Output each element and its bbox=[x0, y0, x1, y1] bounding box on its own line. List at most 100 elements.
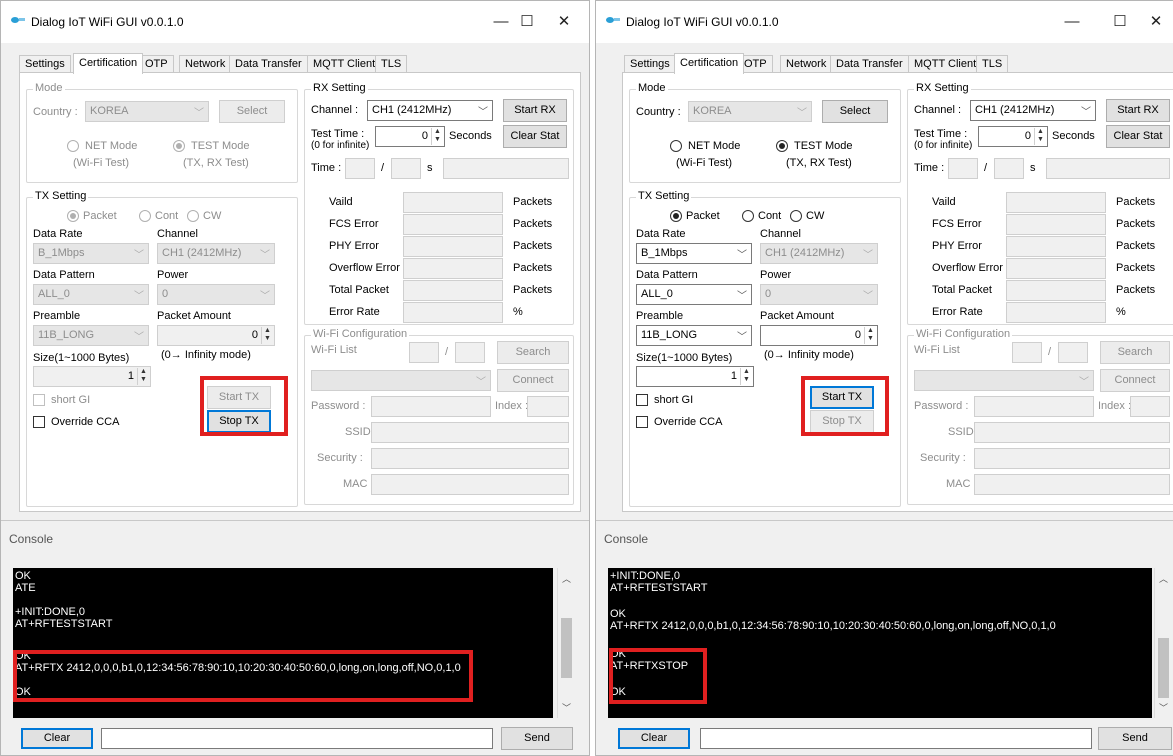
index-field[interactable] bbox=[527, 396, 569, 417]
start-rx-button[interactable]: Start RX bbox=[503, 99, 567, 122]
send-button[interactable]: Send bbox=[1098, 727, 1172, 750]
clear-stat-button[interactable]: Clear Stat bbox=[1106, 125, 1170, 148]
index-field[interactable] bbox=[1130, 396, 1170, 417]
tab-certification[interactable]: Certification bbox=[73, 53, 144, 74]
data-rate-select[interactable]: B_1Mbps ﹀ bbox=[33, 243, 149, 264]
tab-network[interactable]: Network bbox=[780, 55, 833, 73]
override-cca-checkbox[interactable] bbox=[33, 416, 45, 428]
ssid-field[interactable] bbox=[974, 422, 1170, 443]
scroll-thumb[interactable] bbox=[1158, 638, 1169, 698]
spinner-arrows-icon[interactable]: ▲ ▼ bbox=[261, 327, 273, 344]
search-button[interactable]: Search bbox=[497, 341, 569, 364]
select-button[interactable]: Select bbox=[822, 100, 888, 123]
tab-data-transfer[interactable]: Data Transfer bbox=[830, 55, 909, 73]
size-spinner[interactable]: 1 ▲ ▼ bbox=[636, 366, 754, 387]
scroll-down-icon[interactable]: ﹀ bbox=[558, 701, 575, 714]
preamble-select[interactable]: 11B_LONG ﹀ bbox=[636, 325, 752, 346]
tab-settings[interactable]: Settings bbox=[19, 55, 71, 73]
search-button[interactable]: Search bbox=[1100, 341, 1170, 364]
cont-radio[interactable] bbox=[742, 210, 754, 222]
mac-field[interactable] bbox=[371, 474, 569, 495]
maximize-button[interactable]: ☐ bbox=[507, 9, 547, 35]
test-mode-radio[interactable] bbox=[173, 140, 185, 152]
connect-button[interactable]: Connect bbox=[497, 369, 569, 392]
close-button[interactable]: ✕ bbox=[1136, 9, 1173, 35]
console-scrollbar[interactable]: ︿ ﹀ bbox=[557, 568, 574, 718]
data-pattern-select[interactable]: ALL_0 ﹀ bbox=[33, 284, 149, 305]
net-mode-radio[interactable] bbox=[670, 140, 682, 152]
ssid-field[interactable] bbox=[371, 422, 569, 443]
password-field[interactable] bbox=[371, 396, 491, 417]
start-tx-button[interactable]: Start TX bbox=[207, 386, 271, 409]
tab-network[interactable]: Network bbox=[179, 55, 232, 73]
test-time-spinner[interactable]: 0 ▲ ▼ bbox=[978, 126, 1048, 147]
tab-certification[interactable]: Certification bbox=[674, 53, 745, 74]
clear-button[interactable]: Clear bbox=[618, 728, 690, 749]
connect-button[interactable]: Connect bbox=[1100, 369, 1170, 392]
command-input[interactable] bbox=[101, 728, 493, 749]
short-gi-checkbox[interactable] bbox=[33, 394, 45, 406]
short-gi-checkbox[interactable] bbox=[636, 394, 648, 406]
spinner-arrows-icon[interactable]: ▲ ▼ bbox=[864, 327, 876, 344]
start-rx-button[interactable]: Start RX bbox=[1106, 99, 1170, 122]
data-pattern-select[interactable]: ALL_0 ﹀ bbox=[636, 284, 752, 305]
size-spinner[interactable]: 1 ▲ ▼ bbox=[33, 366, 151, 387]
test-time-spinner[interactable]: 0 ▲ ▼ bbox=[375, 126, 445, 147]
tab-otp[interactable]: OTP bbox=[139, 55, 174, 73]
wifi-list-select[interactable]: ﹀ bbox=[914, 370, 1094, 391]
override-cca-checkbox[interactable] bbox=[636, 416, 648, 428]
password-field[interactable] bbox=[974, 396, 1094, 417]
security-field[interactable] bbox=[974, 448, 1170, 469]
cont-radio[interactable] bbox=[139, 210, 151, 222]
stop-tx-button[interactable]: Stop TX bbox=[810, 410, 874, 433]
select-button[interactable]: Select bbox=[219, 100, 285, 123]
net-mode-radio[interactable] bbox=[67, 140, 79, 152]
packet-amount-spinner[interactable]: 0 ▲ ▼ bbox=[760, 325, 878, 346]
spinner-arrows-icon[interactable]: ▲ ▼ bbox=[431, 128, 443, 145]
rx-channel-select[interactable]: CH1 (2412MHz) ﹀ bbox=[367, 100, 493, 121]
cw-radio[interactable] bbox=[187, 210, 199, 222]
scroll-thumb[interactable] bbox=[561, 618, 572, 678]
preamble-select[interactable]: 11B_LONG ﹀ bbox=[33, 325, 149, 346]
send-button[interactable]: Send bbox=[501, 727, 573, 750]
data-rate-select[interactable]: B_1Mbps ﹀ bbox=[636, 243, 752, 264]
rx-channel-select[interactable]: CH1 (2412MHz) ﹀ bbox=[970, 100, 1096, 121]
close-button[interactable]: ✕ bbox=[544, 9, 584, 35]
channel-select[interactable]: CH1 (2412MHz) ﹀ bbox=[157, 243, 275, 264]
test-mode-radio[interactable] bbox=[776, 140, 788, 152]
scroll-down-icon[interactable]: ﹀ bbox=[1155, 701, 1172, 714]
clear-stat-button[interactable]: Clear Stat bbox=[503, 125, 567, 148]
scroll-up-icon[interactable]: ︿ bbox=[558, 572, 575, 585]
start-tx-button[interactable]: Start TX bbox=[810, 386, 874, 409]
country-select[interactable]: KOREA ﹀ bbox=[85, 101, 209, 122]
country-select[interactable]: KOREA ﹀ bbox=[688, 101, 812, 122]
mac-field[interactable] bbox=[974, 474, 1170, 495]
console-scrollbar[interactable]: ︿ ﹀ bbox=[1154, 568, 1171, 718]
spinner-arrows-icon[interactable]: ▲ ▼ bbox=[137, 368, 149, 385]
cw-radio[interactable] bbox=[790, 210, 802, 222]
maximize-button[interactable]: ☐ bbox=[1100, 9, 1140, 35]
tab-tls[interactable]: TLS bbox=[976, 55, 1009, 73]
wifi-list-select[interactable]: ﹀ bbox=[311, 370, 491, 391]
minimize-button[interactable]: — bbox=[1052, 9, 1092, 35]
power-select[interactable]: 0 ﹀ bbox=[157, 284, 275, 305]
packet-radio[interactable] bbox=[67, 210, 79, 222]
spinner-arrows-icon[interactable]: ▲ ▼ bbox=[1034, 128, 1046, 145]
tab-tls[interactable]: TLS bbox=[375, 55, 408, 73]
power-select[interactable]: 0 ﹀ bbox=[760, 284, 878, 305]
console-output[interactable]: OK ATE +INIT:DONE,0 AT+RFTESTSTART OK AT… bbox=[13, 568, 553, 718]
tab-settings[interactable]: Settings bbox=[624, 55, 676, 73]
stop-tx-button[interactable]: Stop TX bbox=[207, 410, 271, 433]
channel-select[interactable]: CH1 (2412MHz) ﹀ bbox=[760, 243, 878, 264]
scroll-up-icon[interactable]: ︿ bbox=[1155, 572, 1172, 585]
tab-mqtt-client[interactable]: MQTT Client bbox=[908, 55, 983, 73]
console-output[interactable]: +INIT:DONE,0 AT+RFTESTSTART OK AT+RFTX 2… bbox=[608, 568, 1152, 718]
command-input[interactable] bbox=[700, 728, 1092, 749]
spinner-arrows-icon[interactable]: ▲ ▼ bbox=[740, 368, 752, 385]
tab-mqtt-client[interactable]: MQTT Client bbox=[307, 55, 382, 73]
tab-data-transfer[interactable]: Data Transfer bbox=[229, 55, 308, 73]
packet-amount-spinner[interactable]: 0 ▲ ▼ bbox=[157, 325, 275, 346]
security-field[interactable] bbox=[371, 448, 569, 469]
packet-radio[interactable] bbox=[670, 210, 682, 222]
clear-button[interactable]: Clear bbox=[21, 728, 93, 749]
